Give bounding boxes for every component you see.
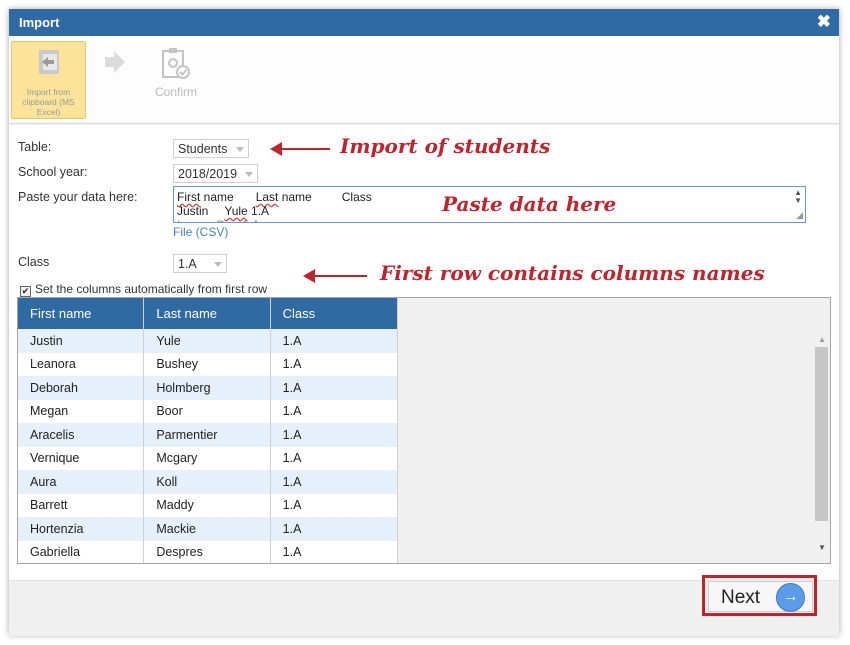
auto-columns-checkbox[interactable]: ✔ Set the columns automatically from firs… xyxy=(20,282,267,297)
confirm-button[interactable]: Confirm xyxy=(149,44,203,104)
table-cell[interactable]: 1.A xyxy=(270,423,399,447)
school-year-label: School year: xyxy=(18,165,88,179)
class-select[interactable]: 1.A xyxy=(173,254,227,273)
spinner-icon[interactable]: ▲ ▼ xyxy=(794,189,802,205)
table-cell[interactable]: Koll xyxy=(143,470,271,494)
table-row[interactable]: Barrett Maddy 1.A xyxy=(18,493,399,517)
table-cell[interactable]: Boor xyxy=(143,399,271,423)
table-header-row: First name Last name Class xyxy=(18,298,399,329)
annotation-arrow xyxy=(270,142,330,156)
paste-label: Paste your data here: xyxy=(18,190,138,204)
next-button[interactable]: Next → xyxy=(702,575,817,616)
import-form: Table: Students School year: 2018/2019 P… xyxy=(9,125,839,580)
table-cell[interactable]: 1.A xyxy=(270,352,399,376)
table-row[interactable]: Megan Boor 1.A xyxy=(18,399,399,423)
chevron-down-icon xyxy=(236,147,244,152)
column-header[interactable]: First name xyxy=(18,298,145,329)
class-label: Class xyxy=(18,255,50,269)
table-cell[interactable]: 1.A xyxy=(270,517,399,541)
scroll-up-icon[interactable]: ▲ xyxy=(818,335,826,344)
scrollbar-thumb[interactable] xyxy=(815,347,828,521)
preview-table: First name Last name Class Justin Yule 1.A… xyxy=(18,298,399,563)
import-clipboard-icon xyxy=(36,49,62,80)
dialog-title: Import xyxy=(19,15,60,30)
school-year-select[interactable]: 2018/2019 xyxy=(173,164,258,183)
chevron-down-icon xyxy=(214,262,222,267)
table-cell[interactable]: Aura xyxy=(18,470,145,494)
confirm-label: Confirm xyxy=(154,85,197,99)
paste-line: First name Last name Class xyxy=(177,190,372,204)
annotation-arrow xyxy=(303,269,367,283)
paste-line: Justin Yule 1.A xyxy=(177,204,270,218)
arrow-right-icon: → xyxy=(776,583,805,612)
table-row[interactable]: Gabriella Despres 1.A xyxy=(18,540,399,563)
table-cell[interactable]: Aracelis xyxy=(18,423,145,447)
table-row[interactable]: Vernique Mcgary 1.A xyxy=(18,446,399,470)
table-select-value: Students xyxy=(178,142,228,156)
next-button-inner: Next → xyxy=(708,581,813,612)
table-row[interactable]: Justin Yule 1.A xyxy=(18,329,399,353)
table-cell[interactable]: Hortenzia xyxy=(18,517,145,541)
import-clipboard-button[interactable]: Import from clipboard (MS Excel) xyxy=(11,41,86,119)
table-cell[interactable]: Barrett xyxy=(18,493,145,517)
auto-columns-label: Set the columns automatically from first… xyxy=(35,282,268,296)
table-cell[interactable]: 1.A xyxy=(270,329,399,353)
table-cell[interactable]: 1.A xyxy=(270,470,399,494)
class-select-value: 1.A xyxy=(178,257,197,271)
table-select[interactable]: Students xyxy=(173,139,249,158)
toolbar: Import from clipboard (MS Excel) Confirm xyxy=(9,36,839,124)
table-row[interactable]: Aracelis Parmentier 1.A xyxy=(18,423,399,447)
school-year-select-value: 2018/2019 xyxy=(178,167,238,181)
table-cell[interactable]: Yule xyxy=(143,329,271,353)
annotation-paste: Paste data here xyxy=(442,192,617,216)
confirm-icon xyxy=(161,48,191,85)
data-grid: First name Last name Class Justin Yule 1.A… xyxy=(17,297,831,564)
table-cell[interactable]: Parmentier xyxy=(143,423,271,447)
table-row[interactable]: Deborah Holmberg 1.A xyxy=(18,376,399,400)
checkbox-check-icon[interactable]: ✔ xyxy=(20,286,31,297)
table-row[interactable]: Aura Koll 1.A xyxy=(18,470,399,494)
table-cell[interactable]: 1.A xyxy=(270,493,399,517)
table-cell[interactable]: 1.A xyxy=(270,399,399,423)
table-cell[interactable]: Megan xyxy=(18,399,145,423)
step-arrow-icon xyxy=(105,51,125,78)
table-label: Table: xyxy=(18,140,52,154)
table-cell[interactable]: 1.A xyxy=(270,540,399,563)
annotation-students: Import of students xyxy=(340,134,551,158)
table-cell[interactable]: 1.A xyxy=(270,376,399,400)
table-cell[interactable]: Maddy xyxy=(143,493,271,517)
vertical-scrollbar[interactable]: ▲ ▼ xyxy=(815,330,829,559)
table-cell[interactable]: Justin xyxy=(18,329,145,353)
table-cell[interactable]: Vernique xyxy=(18,446,145,470)
title-bar: Import ✖ xyxy=(9,9,839,36)
table-cell[interactable]: Mackie xyxy=(143,517,271,541)
table-cell[interactable]: Leanora xyxy=(18,352,145,376)
annotation-first-row: First row contains columns names xyxy=(380,261,765,285)
table-cell[interactable]: Holmberg xyxy=(143,376,271,400)
paste-line-partial: L D 1.A xyxy=(177,218,260,222)
table-cell[interactable]: Mcgary xyxy=(143,446,271,470)
next-label: Next xyxy=(721,587,761,608)
table-cell[interactable]: 1.A xyxy=(270,446,399,470)
import-clipboard-label: Import from clipboard (MS Excel) xyxy=(22,87,75,117)
table-row[interactable]: Hortenzia Mackie 1.A xyxy=(18,517,399,541)
table-cell[interactable]: Bushey xyxy=(143,352,271,376)
column-header[interactable]: Class xyxy=(270,298,399,329)
table-cell[interactable]: Deborah xyxy=(18,376,145,400)
resize-grip-icon[interactable]: ◢ xyxy=(796,210,803,221)
column-header[interactable]: Last name xyxy=(143,298,271,329)
table-row[interactable]: Leanora Bushey 1.A xyxy=(18,352,399,376)
file-csv-link[interactable]: File (CSV) xyxy=(173,225,228,239)
table-cell[interactable]: Despres xyxy=(143,540,271,563)
table-cell[interactable]: Gabriella xyxy=(18,540,145,563)
chevron-down-icon xyxy=(245,172,253,177)
scroll-down-icon[interactable]: ▼ xyxy=(818,543,826,552)
import-dialog: Import ✖ Import from clipboard (MS Excel… xyxy=(9,9,839,636)
close-icon[interactable]: ✖ xyxy=(817,12,831,32)
